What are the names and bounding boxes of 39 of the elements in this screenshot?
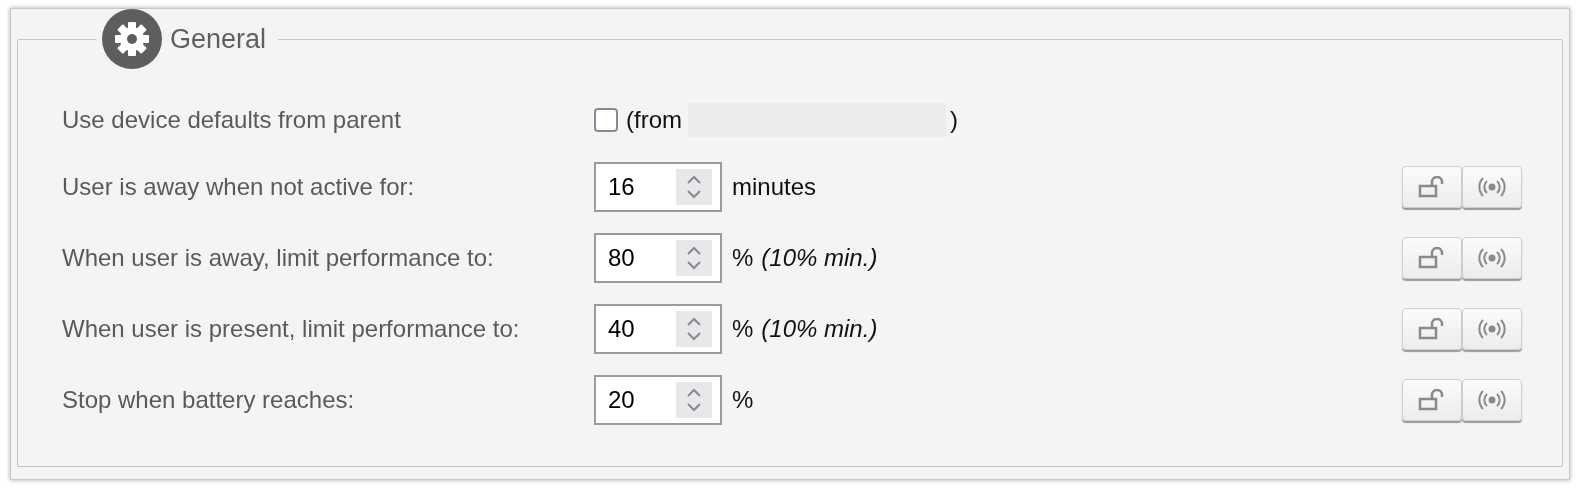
number-field[interactable]: 20 — [594, 374, 722, 425]
padlock-icon — [1418, 246, 1446, 269]
lock-button[interactable] — [1402, 165, 1462, 208]
unit-text: % — [732, 314, 754, 343]
stepper-icon[interactable] — [676, 310, 712, 347]
padlock-icon — [1418, 388, 1446, 411]
lock-button[interactable] — [1402, 378, 1462, 421]
field-label: When user is present, limit performance to: — [62, 314, 521, 343]
unit-text: % — [732, 385, 754, 414]
field-label: Stop when battery reaches: — [62, 385, 356, 414]
section-title: General — [170, 23, 267, 55]
field-label: When user is away, limit performance to: — [62, 243, 495, 272]
number-field[interactable]: 40 — [594, 303, 722, 354]
signal-icon — [1477, 175, 1507, 198]
signal-icon — [1477, 317, 1507, 340]
signal-icon — [1477, 246, 1507, 269]
lock-button[interactable] — [1402, 307, 1462, 350]
stepper-icon[interactable] — [676, 381, 712, 418]
closing-paren: ) — [950, 106, 958, 134]
field-label: Use device defaults from parent — [62, 106, 402, 134]
stepper-icon[interactable] — [676, 239, 712, 276]
number-field[interactable]: 16 — [594, 161, 722, 212]
checkbox[interactable] — [594, 108, 618, 132]
stepper-icon[interactable] — [676, 168, 712, 205]
signal-icon — [1477, 388, 1507, 411]
broadcast-button[interactable] — [1462, 165, 1522, 208]
unit-text: % — [732, 243, 754, 272]
padlock-icon — [1418, 175, 1446, 198]
broadcast-button[interactable] — [1462, 307, 1522, 350]
from-text: (from — [626, 106, 682, 134]
broadcast-button[interactable] — [1462, 378, 1522, 421]
padlock-icon — [1418, 317, 1446, 340]
lock-button[interactable] — [1402, 236, 1462, 279]
broadcast-button[interactable] — [1462, 236, 1522, 279]
minimum-note: (10% min.) — [761, 314, 878, 343]
field-label: User is away when not active for: — [62, 172, 416, 201]
minimum-note: (10% min.) — [761, 243, 878, 272]
unit-text: minutes — [732, 172, 817, 201]
number-field[interactable]: 80 — [594, 232, 722, 283]
